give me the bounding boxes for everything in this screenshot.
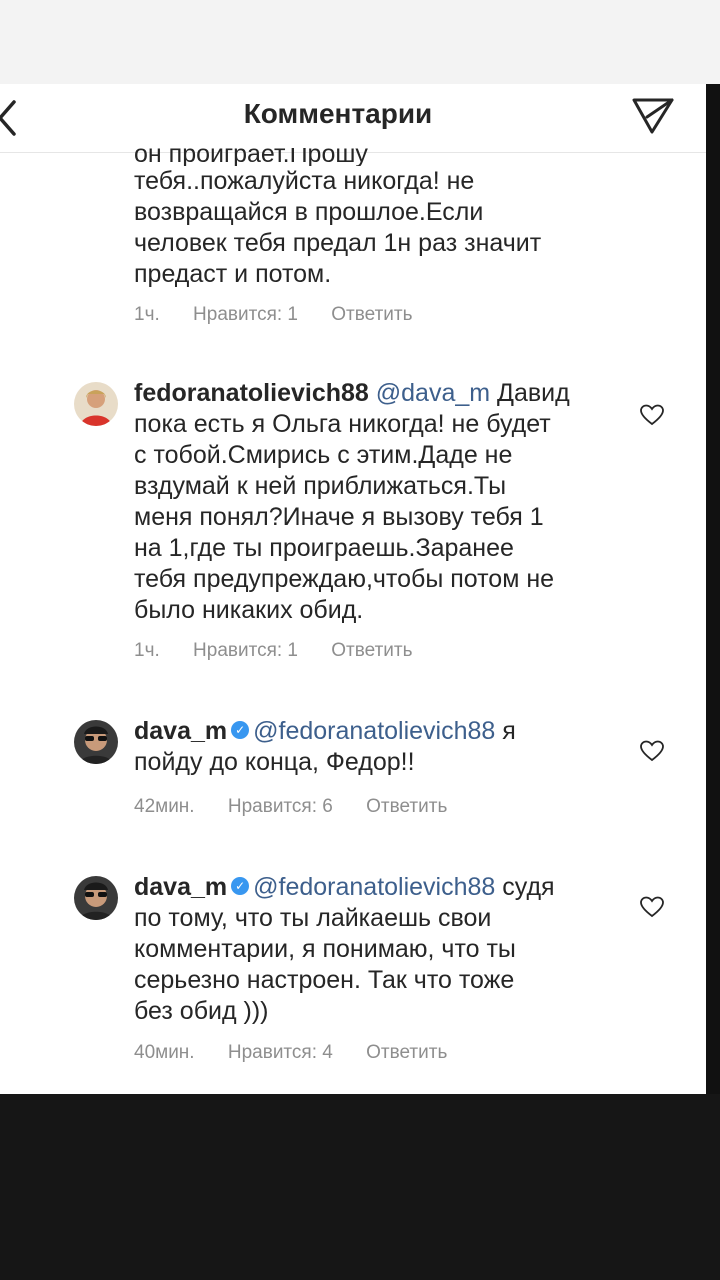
comment-meta: 40мин. Нравится: 4 Ответить xyxy=(134,1042,475,1064)
reply-button[interactable]: Ответить xyxy=(331,304,412,326)
comment-mention[interactable]: @dava_m xyxy=(376,379,490,407)
avatar[interactable] xyxy=(74,720,118,764)
screen-edge xyxy=(706,84,720,1094)
direct-send-icon[interactable] xyxy=(630,92,676,138)
comment-body: dava_m ✓ @fedoranatolievich88 судя по тому… xyxy=(134,872,634,1027)
likes-count[interactable]: Нравится: 4 xyxy=(228,1042,333,1064)
likes-count[interactable]: Нравится: 1 xyxy=(193,640,298,662)
comment-time: 1ч. xyxy=(134,304,160,325)
verified-badge-icon: ✓ xyxy=(231,721,250,740)
avatar[interactable] xyxy=(74,382,118,426)
comments-screen: Комментарии он проиграет.Прошу тебя..пож… xyxy=(0,84,706,1094)
comment-meta: 1ч. Нравится: 1 Ответить xyxy=(134,640,441,662)
comment-time: 1ч. xyxy=(134,640,160,661)
status-bar-area xyxy=(0,0,720,84)
comment-mention[interactable]: @fedoranatolievich88 xyxy=(253,717,495,745)
comment-username[interactable]: dava_m xyxy=(134,873,227,901)
comment-text: fedoranatolievich88 @dava_m Давид пока е… xyxy=(134,379,570,624)
comment-username[interactable]: dava_m xyxy=(134,717,227,745)
bottom-area xyxy=(0,1094,720,1280)
avatar-image xyxy=(74,720,118,764)
comment-text: тебя..пожалуйста никогда! не возвращайся… xyxy=(134,167,542,288)
comment-body: fedoranatolievich88 @dava_m Давид пока е… xyxy=(134,378,634,626)
reply-button[interactable]: Ответить xyxy=(331,640,412,662)
comment-time: 42мин. xyxy=(134,796,195,817)
likes-count[interactable]: Нравится: 1 xyxy=(193,304,298,326)
reply-button[interactable]: Ответить xyxy=(366,796,447,818)
comment-meta: 42мин. Нравится: 6 Ответить xyxy=(134,796,475,818)
avatar[interactable] xyxy=(74,876,118,920)
likes-count[interactable]: Нравится: 6 xyxy=(228,796,333,818)
comment-text: dava_m ✓ @fedoranatolievich88 я пойду до к… xyxy=(134,717,516,776)
header: Комментарии xyxy=(0,84,706,153)
avatar-image xyxy=(74,382,118,426)
comment-mention[interactable]: @fedoranatolievich88 xyxy=(253,873,495,901)
like-heart-icon[interactable] xyxy=(640,740,664,762)
comment-partial: он проиграет.Прошу тебя..пожалуйста нико… xyxy=(134,148,654,290)
comment-time: 40мин. xyxy=(134,1042,195,1063)
comment-username[interactable]: fedoranatolievich88 xyxy=(134,379,369,407)
comment-cut-line: он проиграет.Прошу xyxy=(134,148,368,166)
like-heart-icon[interactable] xyxy=(640,896,664,918)
comment-text: dava_m ✓ @fedoranatolievich88 судя по тому… xyxy=(134,873,555,1025)
reply-button[interactable]: Ответить xyxy=(366,1042,447,1064)
comment-meta: 1ч. Нравится: 1 Ответить xyxy=(134,304,441,326)
comment-body: dava_m ✓ @fedoranatolievich88 я пойду до к… xyxy=(134,716,634,778)
avatar-image xyxy=(74,876,118,920)
like-heart-icon[interactable] xyxy=(640,404,664,426)
verified-badge-icon: ✓ xyxy=(231,877,250,896)
page-title: Комментарии xyxy=(243,98,433,129)
